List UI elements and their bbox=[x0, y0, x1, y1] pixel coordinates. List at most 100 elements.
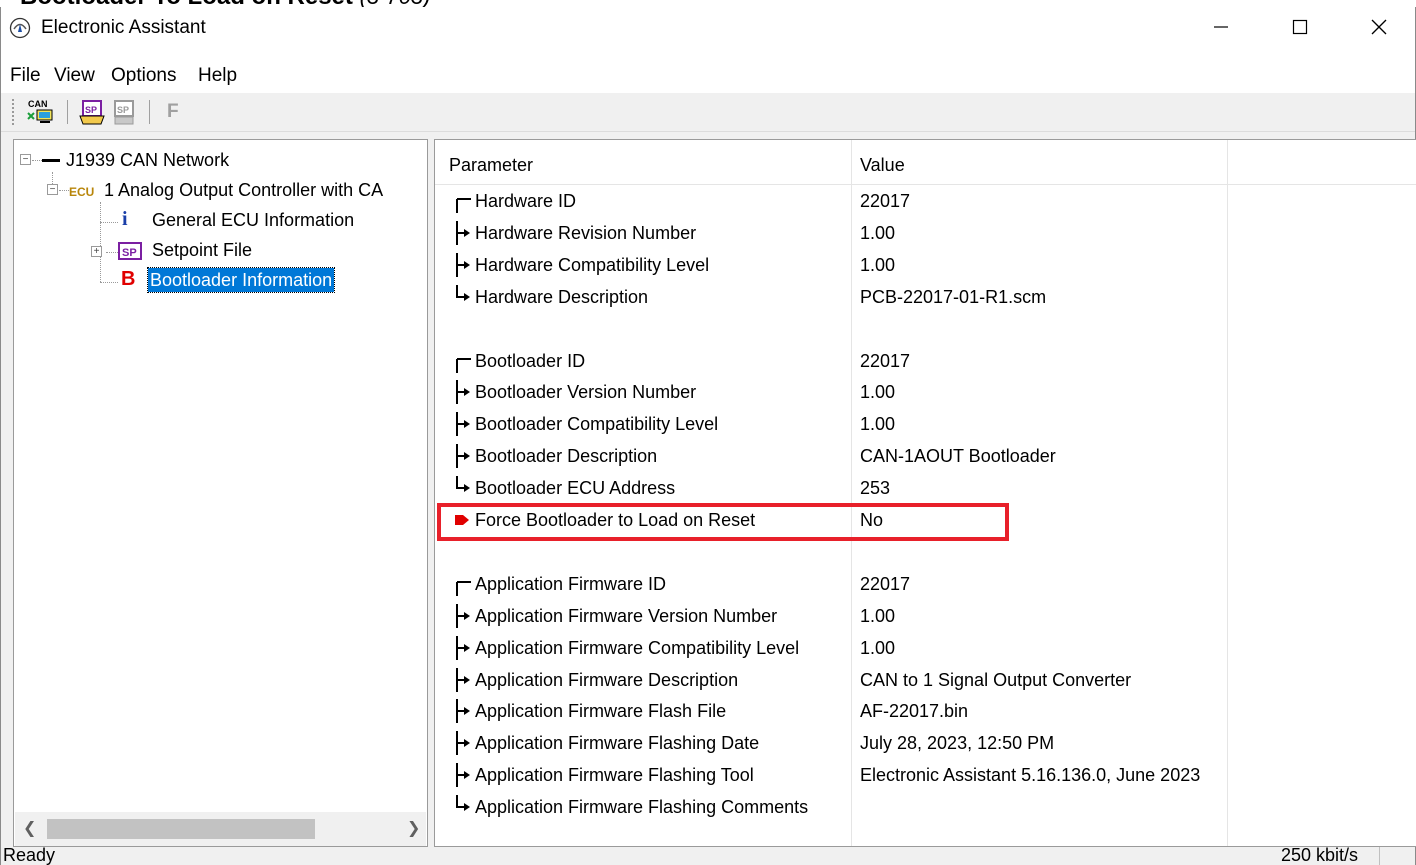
tree-connector-icon bbox=[453, 667, 473, 692]
ecu-tree[interactable]: − J1939 CAN Network − ECU 1 Analog Outpu… bbox=[13, 139, 428, 847]
tree-node-ecu[interactable]: 1 Analog Output Controller with CA bbox=[104, 178, 383, 202]
param-name: Bootloader ID bbox=[475, 350, 586, 371]
param-name: Application Firmware Flashing Date bbox=[475, 733, 760, 754]
minimize-button[interactable] bbox=[1177, 7, 1265, 47]
tree-connector-icon bbox=[453, 252, 473, 277]
tree-connector-icon bbox=[453, 189, 473, 213]
table-row[interactable]: Bootloader Version Number 1.00 bbox=[435, 376, 1416, 408]
param-name: Application Firmware Flashing Tool bbox=[475, 765, 754, 786]
expand-toggle-icon[interactable]: + bbox=[91, 246, 102, 257]
param-name: Hardware ID bbox=[475, 191, 577, 211]
param-value[interactable]: PCB-22017-01-R1.scm bbox=[860, 287, 1046, 308]
scrollbar-thumb[interactable] bbox=[47, 819, 315, 839]
table-row[interactable]: Bootloader Description CAN-1AOUT Bootload… bbox=[435, 440, 1416, 472]
param-name: Application Firmware Version Number bbox=[475, 605, 778, 626]
tree-node-network[interactable]: J1939 CAN Network bbox=[66, 148, 229, 172]
param-value[interactable]: 22017 bbox=[860, 191, 910, 212]
title-bar: Electronic Assistant bbox=[1, 7, 1415, 47]
menu-help[interactable]: Help bbox=[198, 65, 237, 87]
minimize-icon bbox=[1214, 26, 1228, 28]
column-header-value[interactable]: Value bbox=[860, 155, 905, 176]
open-setpoint-file-icon[interactable]: SP bbox=[77, 97, 107, 127]
toolbar-grip[interactable] bbox=[12, 99, 15, 125]
table-row[interactable]: Application Firmware Version Number 1.00 bbox=[435, 600, 1416, 632]
tree-connector-icon bbox=[453, 603, 473, 628]
param-name: Hardware Revision Number bbox=[475, 222, 697, 243]
caption: Bootloader To Load on Reset (3-703) bbox=[20, 0, 431, 10]
param-value[interactable]: July 28, 2023, 12:50 PM bbox=[860, 733, 1054, 754]
flash-button[interactable]: F bbox=[167, 101, 179, 123]
table-row[interactable]: Hardware Description PCB-22017-01-R1.scm bbox=[435, 281, 1416, 313]
param-value[interactable]: CAN to 1 Signal Output Converter bbox=[860, 670, 1131, 691]
close-icon bbox=[1371, 19, 1387, 35]
status-separator bbox=[1379, 847, 1380, 865]
param-value[interactable]: 1.00 bbox=[860, 414, 895, 435]
table-row[interactable]: Application Firmware Compatibility Level… bbox=[435, 632, 1416, 664]
tree-line bbox=[59, 190, 69, 191]
table-row[interactable]: Application Firmware Flashing Date July 2… bbox=[435, 727, 1416, 759]
table-row[interactable]: Hardware Revision Number 1.00 bbox=[435, 217, 1416, 249]
param-value[interactable]: 22017 bbox=[860, 574, 910, 595]
svg-text:SP: SP bbox=[122, 247, 137, 259]
grid-header: Parameter Value bbox=[435, 140, 1416, 185]
table-row[interactable]: Application Firmware Description CAN to 1… bbox=[435, 664, 1416, 696]
toolbar-separator bbox=[67, 100, 68, 124]
maximize-button[interactable] bbox=[1256, 7, 1344, 47]
scroll-left-icon[interactable]: ❮ bbox=[23, 818, 36, 838]
setpoint-file-icon: SP bbox=[118, 242, 142, 260]
menu-file[interactable]: File bbox=[10, 65, 41, 87]
app-window: Electronic Assistant File View Options H… bbox=[0, 7, 1416, 865]
column-header-parameter[interactable]: Parameter bbox=[449, 155, 533, 176]
table-row[interactable]: Application Firmware Flashing Tool Electr… bbox=[435, 759, 1416, 791]
can-connect-icon[interactable]: CAN bbox=[25, 97, 55, 127]
can-network-icon bbox=[42, 159, 60, 162]
table-row[interactable]: Application Firmware ID 22017 bbox=[435, 568, 1416, 600]
tree-node-setpoint-file[interactable]: Setpoint File bbox=[152, 238, 252, 262]
table-row[interactable]: Bootloader ECU Address 253 bbox=[435, 472, 1416, 504]
horizontal-scrollbar[interactable]: ❮ ❯ bbox=[15, 812, 426, 846]
tree-connector-icon bbox=[453, 795, 473, 819]
toolbar: CAN SP SP F bbox=[1, 93, 1415, 132]
table-row[interactable]: Hardware Compatibility Level 1.00 bbox=[435, 249, 1416, 281]
menu-options[interactable]: Options bbox=[111, 65, 176, 87]
tree-line bbox=[100, 282, 118, 283]
tree-connector-icon bbox=[453, 635, 473, 660]
param-value[interactable]: 22017 bbox=[860, 351, 910, 372]
tree-node-bootloader-info[interactable]: Bootloader Information bbox=[146, 267, 336, 293]
tree-connector-icon bbox=[453, 763, 473, 788]
param-value[interactable]: 1.00 bbox=[860, 255, 895, 276]
ecu-icon: ECU bbox=[69, 185, 95, 199]
bootloader-icon: B bbox=[121, 268, 136, 290]
save-setpoint-file-icon[interactable]: SP bbox=[109, 97, 139, 127]
param-name: Bootloader Compatibility Level bbox=[475, 414, 719, 435]
menu-view[interactable]: View bbox=[54, 65, 95, 87]
tree-line bbox=[100, 202, 101, 282]
tree-line bbox=[106, 252, 118, 253]
tree-node-general-ecu-info[interactable]: General ECU Information bbox=[152, 208, 354, 232]
param-value[interactable]: 1.00 bbox=[860, 223, 895, 244]
param-value[interactable]: Electronic Assistant 5.16.136.0, June 20… bbox=[860, 765, 1200, 786]
table-row[interactable] bbox=[435, 313, 1416, 345]
param-value[interactable]: 1.00 bbox=[860, 382, 895, 403]
param-value[interactable]: AF-22017.bin bbox=[860, 701, 968, 722]
param-name: Application Firmware Flash File bbox=[475, 701, 727, 722]
tree-line bbox=[32, 160, 42, 161]
table-row[interactable]: Bootloader Compatibility Level 1.00 bbox=[435, 408, 1416, 440]
param-name: Hardware Description bbox=[475, 286, 649, 307]
param-value[interactable]: 253 bbox=[860, 478, 890, 499]
app-logo-icon bbox=[9, 17, 31, 39]
tree-line bbox=[52, 172, 53, 184]
status-text: Ready bbox=[3, 845, 56, 865]
collapse-toggle-icon[interactable]: − bbox=[20, 154, 31, 165]
window-title: Electronic Assistant bbox=[41, 17, 206, 38]
table-row[interactable]: Bootloader ID 22017 bbox=[435, 345, 1416, 377]
close-button[interactable] bbox=[1335, 7, 1416, 47]
param-value[interactable]: 1.00 bbox=[860, 606, 895, 627]
table-row[interactable]: Application Firmware Flash File AF-22017.… bbox=[435, 695, 1416, 727]
param-value[interactable]: 1.00 bbox=[860, 638, 895, 659]
scroll-right-icon[interactable]: ❯ bbox=[407, 818, 420, 838]
param-value[interactable]: CAN-1AOUT Bootloader bbox=[860, 446, 1056, 467]
table-row[interactable]: Hardware ID 22017 bbox=[435, 185, 1416, 217]
collapse-toggle-icon[interactable]: − bbox=[47, 184, 58, 195]
table-row[interactable]: Application Firmware Flashing Comments bbox=[435, 791, 1416, 823]
